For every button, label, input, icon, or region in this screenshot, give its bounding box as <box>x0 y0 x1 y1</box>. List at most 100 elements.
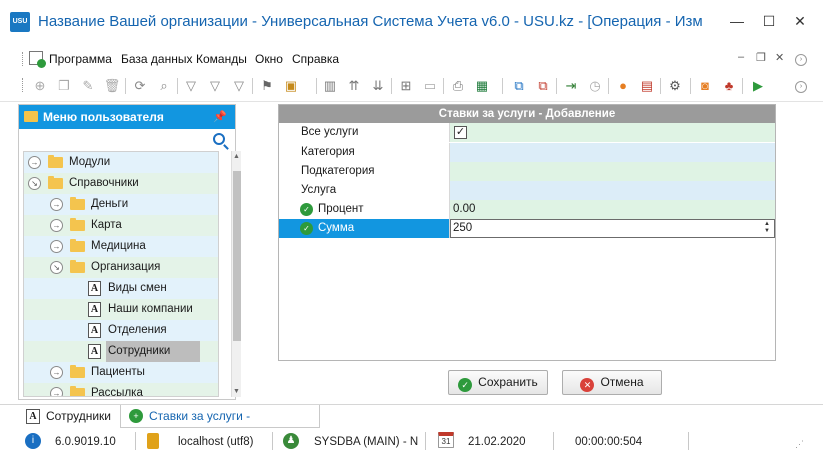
history-icon[interactable]: ◷ <box>585 76 605 96</box>
toolbar-separator <box>660 78 661 94</box>
tree-item[interactable]: ↘ Справочники <box>24 173 218 194</box>
menu-window[interactable]: Окно <box>255 52 283 66</box>
field-label-amount: ✓ Сумма <box>279 219 450 238</box>
mdi-close-button[interactable]: ✕ <box>775 51 784 64</box>
category-field[interactable] <box>450 143 775 162</box>
tab-employees[interactable]: A Сотрудники <box>18 405 116 428</box>
tree-item[interactable]: A Отделения <box>24 320 218 341</box>
scroll-up-icon[interactable]: ▲ <box>233 153 240 160</box>
filter-clear-icon[interactable]: ▽ <box>229 76 249 96</box>
menu-commands[interactable]: Команды <box>196 52 247 66</box>
nav-forward-icon[interactable]: › <box>795 54 807 66</box>
expand-node-icon[interactable]: → <box>50 198 63 211</box>
status-version: 6.0.9019.10 <box>55 436 116 448</box>
close-window-icon[interactable]: ⧉ <box>533 76 553 96</box>
scroll-down-icon[interactable]: ▼ <box>233 388 240 395</box>
percent-field[interactable]: 0.00 <box>450 200 775 219</box>
subcategory-field[interactable] <box>450 162 775 181</box>
edit-icon[interactable]: ✎ <box>78 76 98 96</box>
insert-icon[interactable]: ⊞ <box>396 76 416 96</box>
expand-node-icon[interactable]: → <box>50 219 63 232</box>
tree-item[interactable]: → Медицина <box>24 236 218 257</box>
field-label-percent: ✓ Процент <box>279 200 450 219</box>
filter-row-icon[interactable]: ▽ <box>205 76 225 96</box>
menu-program[interactable]: Программа <box>49 52 112 66</box>
image-icon[interactable]: ▣ <box>281 76 301 96</box>
tree-item[interactable]: → Рассылка <box>24 383 218 397</box>
map-pin-icon[interactable]: ● <box>613 76 633 96</box>
close-button[interactable]: ✕ <box>789 10 811 32</box>
exit-icon[interactable]: ⇥ <box>561 76 581 96</box>
print-icon[interactable]: ⎙ <box>448 76 468 96</box>
all-services-checkbox[interactable]: ✓ <box>454 126 467 139</box>
flag-icon[interactable]: ⚑ <box>257 76 277 96</box>
resize-grip-icon[interactable]: ⋰ <box>795 437 804 451</box>
expand-node-icon[interactable]: → <box>28 156 41 169</box>
folder-icon <box>48 176 63 189</box>
service-field[interactable] <box>450 181 775 200</box>
expand-icon[interactable]: ⇊ <box>368 76 388 96</box>
tree-item[interactable]: → Модули <box>24 152 218 173</box>
columns-icon[interactable]: ▥ <box>320 76 340 96</box>
title-bar: USU Название Вашей организации - Универс… <box>0 0 823 44</box>
amount-input[interactable]: 250 ▲ ▼ <box>450 219 775 238</box>
tree-item[interactable]: → Карта <box>24 215 218 236</box>
menu-database[interactable]: База данных <box>121 52 192 66</box>
tree-item[interactable]: → Пациенты <box>24 362 218 383</box>
excel-export-icon[interactable]: ▦ <box>472 76 492 96</box>
expand-node-icon[interactable]: → <box>50 240 63 253</box>
settings-icon[interactable]: ⚙ <box>665 76 685 96</box>
calendar-icon[interactable]: ▤ <box>637 76 657 96</box>
expand-node-icon[interactable]: → <box>50 387 63 396</box>
field-label-service: Услуга <box>279 181 450 200</box>
folder-icon <box>24 111 38 122</box>
status-db: localhost (utf8) <box>178 436 254 448</box>
copy-icon[interactable]: ❐ <box>54 76 74 96</box>
user-menu-panel: Меню пользователя 📌 → Модули ↘ Справочники →… <box>18 104 241 400</box>
tree-scrollbar[interactable]: ▲ ▼ <box>231 151 241 397</box>
amount-spinner[interactable]: ▲ ▼ <box>764 221 770 235</box>
mdi-restore-button[interactable]: ❐ <box>756 51 766 64</box>
tree-item[interactable]: ↘ Организация <box>24 257 218 278</box>
tree-item[interactable]: → Деньги <box>24 194 218 215</box>
toolbar-forward-icon[interactable]: › <box>795 81 807 93</box>
note-icon[interactable]: ▭ <box>420 76 440 96</box>
pin-icon[interactable]: 📌 <box>213 105 227 129</box>
cancel-icon: ✕ <box>580 378 595 392</box>
tree-item-label: Рассылка <box>91 387 143 397</box>
maximize-button[interactable]: ☐ <box>758 10 780 32</box>
folder-icon <box>70 218 85 231</box>
save-button[interactable]: ✓ Сохранить <box>448 370 548 395</box>
mdi-minimize-button[interactable]: – <box>738 51 744 63</box>
menu-help[interactable]: Справка <box>292 52 339 66</box>
scroll-thumb[interactable] <box>233 171 241 341</box>
tree-item[interactable]: A Виды смен <box>24 278 218 299</box>
cancel-button[interactable]: ✕ Отмена <box>562 370 662 395</box>
tree-item-label: Организация <box>91 261 161 273</box>
toolbar-grip <box>22 78 25 92</box>
field-value-all-services[interactable]: ✓ <box>450 123 775 142</box>
database-icon <box>147 433 159 449</box>
add-icon[interactable]: ⊕ <box>30 76 50 96</box>
collapse-node-icon[interactable]: ↘ <box>50 261 63 274</box>
rss-icon[interactable]: ◙ <box>695 76 715 96</box>
amount-field[interactable]: 250 ▲ ▼ <box>450 219 775 238</box>
refresh-icon[interactable]: ⟳ <box>130 76 150 96</box>
minimize-button[interactable]: — <box>726 10 748 32</box>
new-window-icon[interactable]: ⧉ <box>509 76 529 96</box>
user-menu-header: Меню пользователя 📌 <box>19 105 235 129</box>
users-icon[interactable]: ♣ <box>719 76 739 96</box>
tree-item[interactable]: A Сотрудники <box>24 341 218 362</box>
filter-icon[interactable]: ▽ <box>181 76 201 96</box>
expand-node-icon[interactable]: → <box>50 366 63 379</box>
run-icon[interactable]: ▶ <box>748 76 768 96</box>
status-separator <box>135 432 136 450</box>
collapse-node-icon[interactable]: ↘ <box>28 177 41 190</box>
delete-icon[interactable]: 🗑 <box>102 76 122 96</box>
tab-service-rates-add[interactable]: + Ставки за услуги - Добавление <box>120 405 320 446</box>
collapse-icon[interactable]: ⇈ <box>344 76 364 96</box>
tree-item[interactable]: A Наши компании <box>24 299 218 320</box>
toolbar-separator <box>556 78 557 94</box>
search-icon[interactable] <box>213 133 225 145</box>
search-icon[interactable]: ⌕ <box>154 76 174 96</box>
